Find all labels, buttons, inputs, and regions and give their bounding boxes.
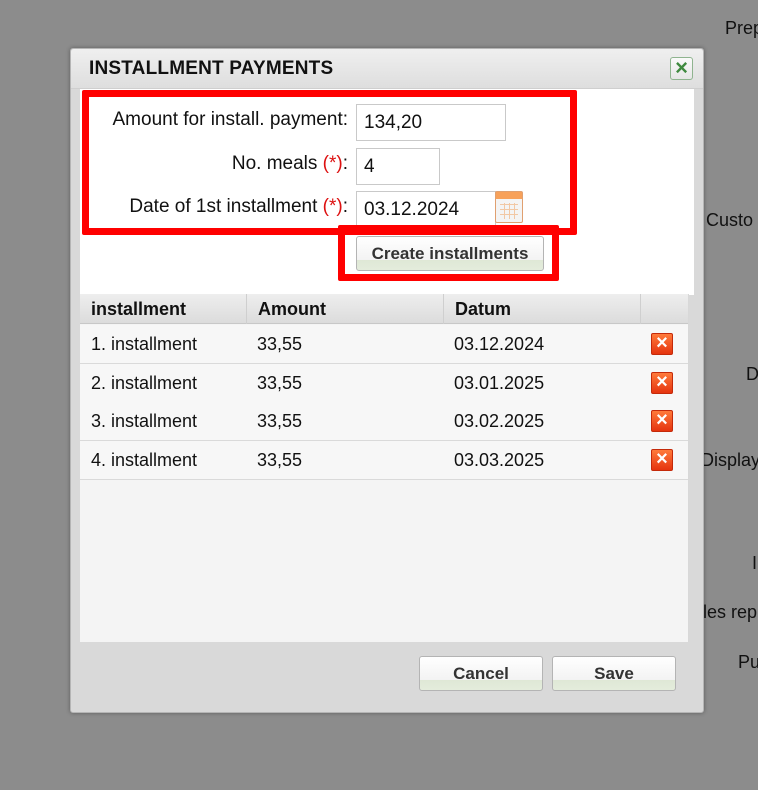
table-row[interactable]: 4. installment 33,55 03.03.2025 × [80, 441, 688, 480]
background-label-i: I [752, 553, 758, 573]
table-row[interactable]: 2. installment 33,55 03.01.2025 × [80, 364, 688, 403]
background-label-display: Display [701, 450, 758, 470]
cell-amount: 33,55 [257, 450, 303, 470]
date-label: Date of 1st installment (*): [129, 196, 348, 218]
required-mark: (*) [322, 153, 343, 174]
table-header: installment Amount Datum [80, 294, 688, 324]
cell-date: 03.01.2025 [454, 373, 545, 393]
cell-installment: 2. installment [91, 373, 198, 393]
create-installments-button[interactable]: Create installments [356, 236, 544, 271]
date-input[interactable] [356, 191, 496, 228]
dialog-header: INSTALLMENT PAYMENTS × [71, 49, 703, 89]
cell-installment: 4. installment [91, 450, 198, 470]
background-label-d: D [746, 364, 758, 384]
column-header-amount[interactable]: Amount [247, 294, 444, 324]
column-header-installment[interactable]: installment [80, 294, 247, 324]
cell-amount: 33,55 [257, 411, 303, 431]
cell-date: 03.12.2024 [454, 334, 545, 354]
meals-label: No. meals (*): [232, 153, 348, 175]
delete-icon[interactable]: × [651, 449, 673, 471]
close-icon[interactable]: × [670, 57, 693, 80]
amount-input[interactable] [356, 104, 506, 141]
label-colon: : [342, 196, 348, 217]
column-header-actions [641, 294, 689, 324]
installment-form: Amount for install. payment: No. meals (… [80, 89, 694, 295]
meals-input[interactable] [356, 148, 440, 185]
installments-table: installment Amount Datum 1. installment … [80, 294, 689, 642]
required-mark: (*) [322, 196, 343, 217]
calendar-icon[interactable] [495, 191, 523, 223]
delete-icon[interactable]: × [651, 372, 673, 394]
cancel-button[interactable]: Cancel [419, 656, 543, 691]
table-row[interactable]: 1. installment 33,55 03.12.2024 × [80, 325, 688, 364]
background-label-customer: Custo [706, 210, 754, 230]
label-colon: : [342, 153, 348, 174]
column-header-datum[interactable]: Datum [444, 294, 641, 324]
cell-installment: 1. installment [91, 334, 198, 354]
amount-label: Amount for install. payment: [112, 109, 349, 130]
cell-date: 03.02.2025 [454, 411, 545, 431]
table-row[interactable]: 3. installment 33,55 03.02.2025 × [80, 402, 688, 441]
cell-amount: 33,55 [257, 373, 303, 393]
installment-payments-dialog: INSTALLMENT PAYMENTS × Amount for instal… [70, 48, 704, 713]
date-label-text: Date of 1st installment [129, 196, 318, 217]
delete-icon[interactable]: × [651, 333, 673, 355]
save-button[interactable]: Save [552, 656, 676, 691]
background-label-prep: Prep [725, 18, 758, 38]
dialog-title: INSTALLMENT PAYMENTS [89, 58, 334, 79]
cell-date: 03.03.2025 [454, 450, 545, 470]
cell-amount: 33,55 [257, 334, 303, 354]
cell-installment: 3. installment [91, 411, 198, 431]
meals-label-text: No. meals [231, 153, 318, 174]
delete-icon[interactable]: × [651, 410, 673, 432]
background-label-pu: Pu [738, 652, 758, 672]
